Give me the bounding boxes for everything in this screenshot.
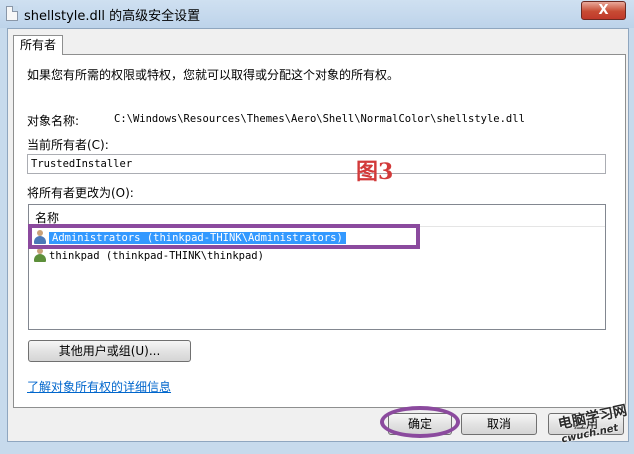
other-users-button[interactable]: 其他用户或组(U)... <box>28 340 191 362</box>
list-item-thinkpad[interactable]: thinkpad (thinkpad-THINK\thinkpad) <box>33 248 264 265</box>
object-name-value: C:\Windows\Resources\Themes\Aero\Shell\N… <box>114 113 525 125</box>
list-item-label: thinkpad (thinkpad-THINK\thinkpad) <box>49 250 264 262</box>
instruction-text: 如果您有所需的权限或特权，您就可以取得或分配这个对象的所有权。 <box>27 68 400 82</box>
current-owner-field: TrustedInstaller <box>27 154 606 174</box>
current-owner-value: TrustedInstaller <box>31 158 133 170</box>
close-button[interactable]: X <box>581 1 626 20</box>
current-owner-label: 当前所有者(C): <box>27 138 109 152</box>
change-owner-label: 将所有者更改为(O): <box>27 186 134 200</box>
learn-more-link[interactable]: 了解对象所有权的详细信息 <box>27 378 171 395</box>
user-icon <box>33 248 47 262</box>
tab-owner[interactable]: 所有者 <box>13 35 63 55</box>
title-bar: shellstyle.dll 的高级安全设置 X <box>0 0 634 28</box>
highlight-ellipse <box>380 406 460 438</box>
cancel-button[interactable]: 取消 <box>461 413 537 435</box>
file-icon <box>6 6 18 21</box>
window-title: shellstyle.dll 的高级安全设置 <box>24 9 201 24</box>
highlight-rectangle <box>28 224 420 249</box>
owner-list[interactable]: 名称 Administrators (thinkpad-THINK\Admini… <box>28 204 606 330</box>
annotation-label: 图3 <box>356 159 394 185</box>
object-name-label: 对象名称: <box>27 114 80 128</box>
